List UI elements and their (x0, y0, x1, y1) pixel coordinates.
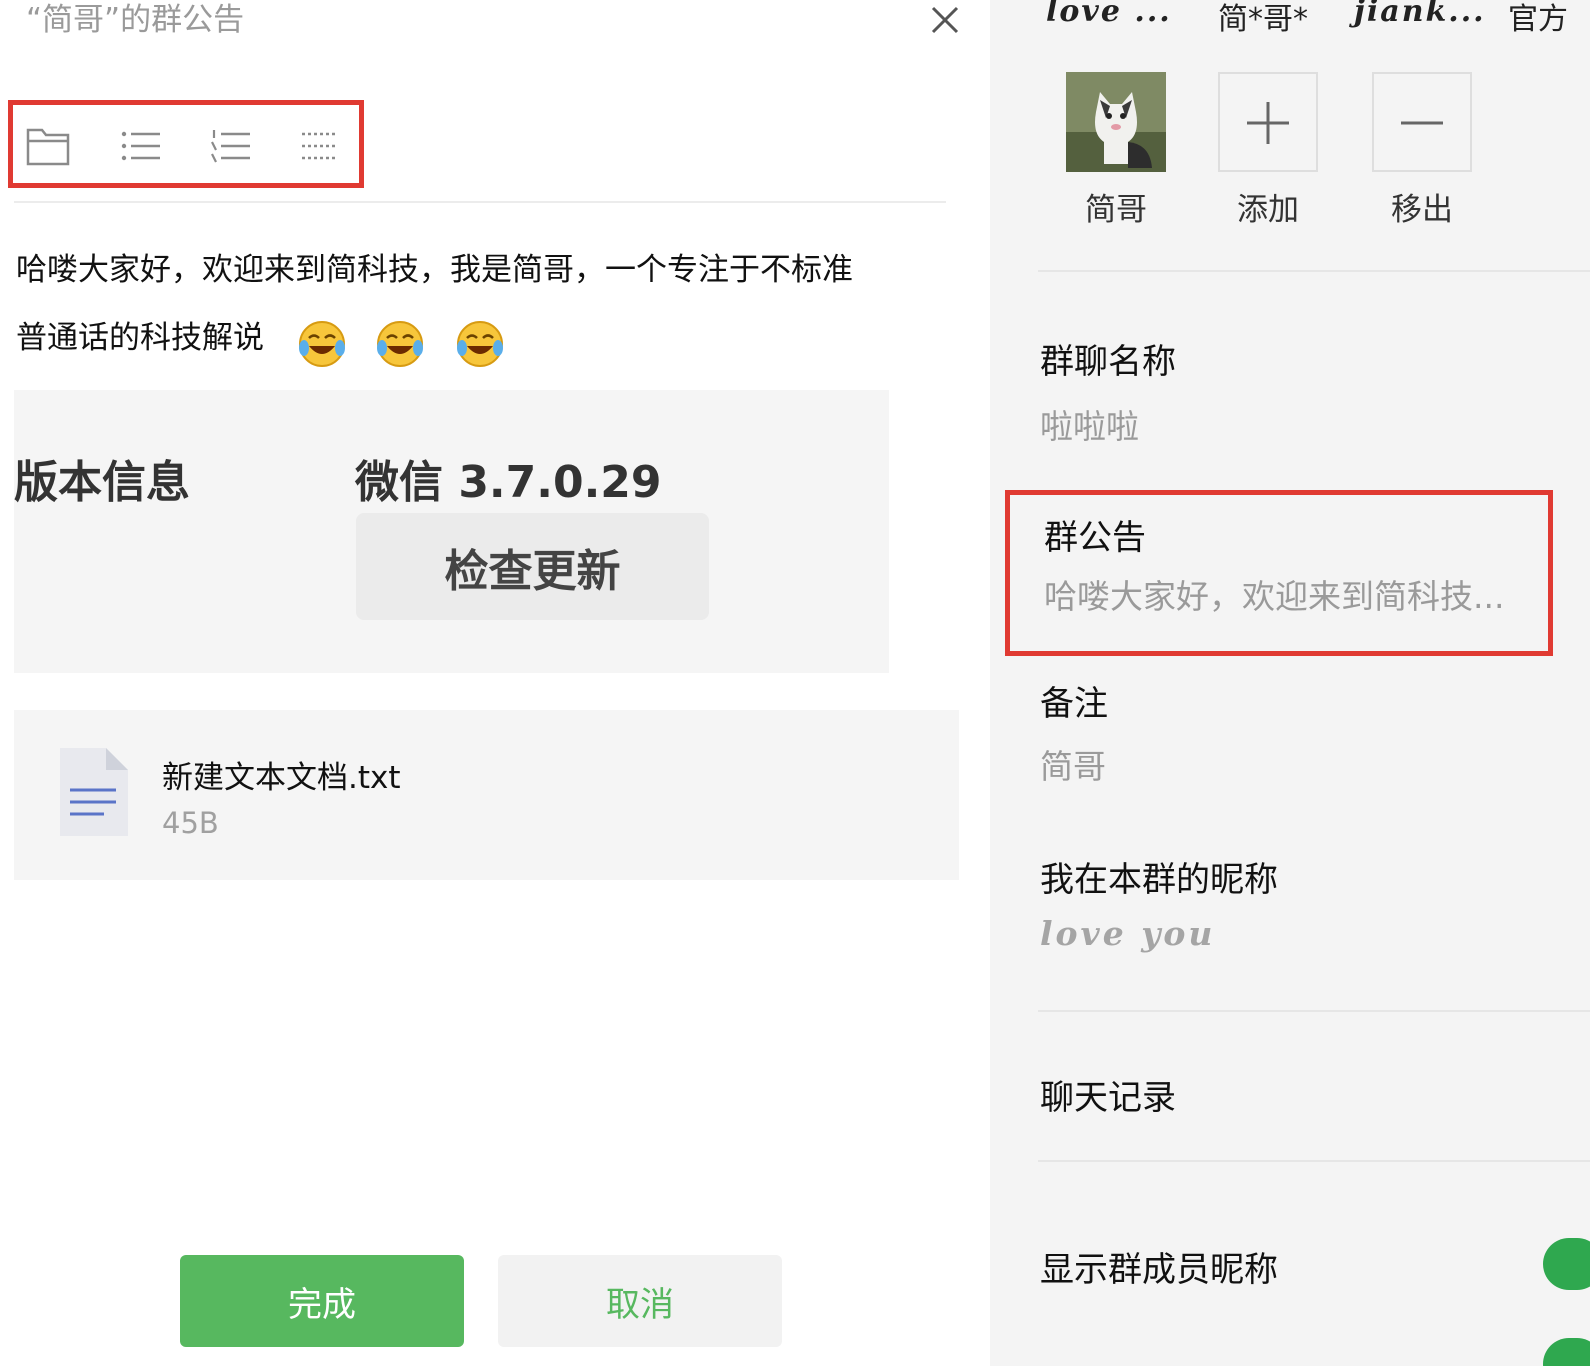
text-file-icon (58, 746, 130, 838)
laughing-crying-emoji-icon (374, 318, 426, 370)
done-button[interactable]: 完成 (180, 1255, 464, 1347)
cancel-button[interactable]: 取消 (498, 1255, 782, 1347)
member-tab[interactable]: love ... (1046, 0, 1172, 29)
announcement-text-line-1[interactable]: 哈喽大家好，欢迎来到简科技，我是简哥，一个专注于不标准 (16, 248, 853, 292)
show-nicknames-label: 显示群成员昵称 (1040, 1250, 1278, 1290)
group-notice-title[interactable]: 群公告 (1044, 510, 1146, 559)
numbered-list-icon[interactable] (206, 122, 254, 170)
group-info-panel: love ... 简*哥* jiank... 官方 简哥 添加 移出 群聊名称 … (990, 0, 1590, 1366)
settings-toggle[interactable] (1543, 1338, 1590, 1366)
member-name: 简哥 (1085, 192, 1147, 228)
group-name-title: 群聊名称 (1040, 342, 1176, 382)
member-tab[interactable]: 官方 (1508, 0, 1568, 38)
folder-icon[interactable] (24, 122, 72, 170)
remark-title: 备注 (1040, 684, 1108, 724)
group-name-value[interactable]: 啦啦啦 (1040, 400, 1139, 448)
add-member-button[interactable] (1218, 72, 1318, 172)
member-tab[interactable]: 简*哥* (1218, 0, 1308, 38)
file-size: 45B (162, 806, 219, 840)
my-nickname-title: 我在本群的昵称 (1040, 860, 1278, 900)
add-member-label: 添加 (1237, 192, 1299, 228)
show-nicknames-toggle[interactable] (1543, 1238, 1590, 1290)
announcement-text-line-2[interactable]: 普通话的科技解说 (16, 316, 264, 360)
toolbar-divider (14, 201, 946, 203)
dialog-title: “简哥”的群公告 (26, 2, 245, 38)
group-notice-preview[interactable]: 哈喽大家好，欢迎来到简科技... (1044, 570, 1504, 618)
my-nickname-value[interactable]: love you (1040, 914, 1215, 953)
divider-icon[interactable] (296, 122, 344, 170)
remove-member-button[interactable] (1372, 72, 1472, 172)
remove-member-label: 移出 (1391, 192, 1453, 228)
version-value: 微信 3.7.0.29 (355, 457, 662, 508)
divider (1038, 1160, 1590, 1162)
announcement-editor-panel: “简哥”的群公告 哈喽大家好，欢迎来到简科技，我是简哥，一个专注于不标准 普通话… (0, 0, 1000, 1366)
member-tab[interactable]: jiank... (1354, 0, 1486, 29)
remark-value[interactable]: 简哥 (1040, 740, 1106, 788)
divider (1038, 1010, 1590, 1012)
file-attachment-card[interactable] (14, 710, 959, 880)
laughing-crying-emoji-icon (454, 318, 506, 370)
close-icon[interactable] (925, 0, 965, 40)
divider (1038, 270, 1590, 272)
avatar[interactable] (1066, 72, 1166, 172)
check-update-button: 检查更新 (356, 513, 709, 620)
version-label: 版本信息 (14, 457, 190, 508)
bullet-list-icon[interactable] (116, 122, 164, 170)
chat-history-item[interactable]: 聊天记录 (1040, 1070, 1176, 1119)
file-name: 新建文本文档.txt (162, 760, 401, 796)
laughing-crying-emoji-icon (296, 318, 348, 370)
